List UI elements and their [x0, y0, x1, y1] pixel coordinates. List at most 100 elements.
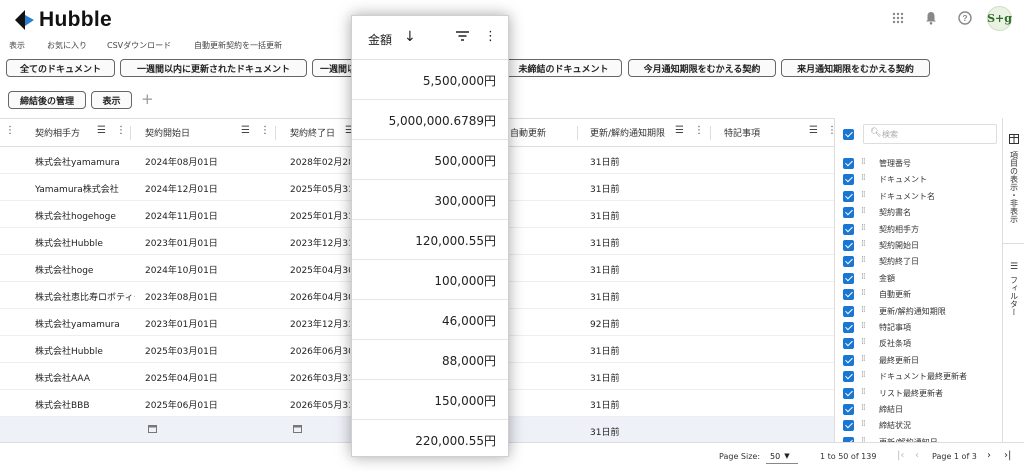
menu-view[interactable]: 表示 — [9, 40, 25, 51]
hubble-logo[interactable]: Hubble — [12, 8, 112, 32]
user-avatar[interactable]: S+g — [987, 6, 1012, 31]
col-separator[interactable] — [130, 126, 131, 140]
col-party-menu-icon[interactable]: ⋮ — [116, 125, 126, 136]
column-checkbox[interactable] — [843, 371, 854, 383]
column-toggle-item[interactable]: ⁞⁞ 特記事項 — [835, 320, 1002, 336]
chip-this-month-deadline[interactable]: 今月通知期限をむかえる契約 — [628, 59, 776, 77]
column-checkbox[interactable] — [843, 387, 854, 399]
column-toggle-item[interactable]: ⁞⁞ 管理番号 — [835, 156, 1002, 172]
drag-handle-icon[interactable]: ⁞⁞ — [861, 419, 866, 429]
column-toggle-item[interactable]: ⁞⁞ 金額 — [835, 271, 1002, 287]
chip-all-documents[interactable]: 全てのドキュメント — [6, 59, 115, 77]
col-separator[interactable] — [275, 126, 276, 140]
sort-desc-arrow-icon[interactable]: ↓ — [404, 29, 416, 45]
column-checkbox[interactable] — [843, 338, 854, 350]
column-toggle-item[interactable]: ⁞⁞更新/解約通知日 — [835, 435, 1002, 442]
calendar-icon[interactable] — [293, 424, 302, 436]
column-toggle-item[interactable]: ⁞⁞ 自動更新 — [835, 287, 1002, 303]
col-notes-filter-icon[interactable]: ☰ — [809, 125, 818, 136]
chip-updated-within-week[interactable]: 一週間以内に更新されたドキュメント — [120, 59, 307, 77]
column-toggle-item[interactable]: ⁞⁞ 契約開始日 — [835, 238, 1002, 254]
column-checkbox[interactable] — [843, 404, 854, 415]
filter-icon[interactable] — [456, 30, 469, 44]
column-checkbox[interactable] — [843, 420, 854, 432]
chip-unsigned-documents[interactable]: 未締結のドキュメント — [505, 59, 622, 77]
col-separator[interactable] — [577, 126, 578, 140]
column-toggle-item[interactable]: ⁞⁞ 更新/解約通知期限 — [835, 304, 1002, 320]
column-checkbox[interactable] — [843, 305, 854, 317]
column-toggle-item[interactable]: ⁞⁞ 契約書名 — [835, 205, 1002, 221]
popup-title[interactable]: 金額 — [368, 31, 392, 48]
more-vert-icon[interactable]: ⋮ — [484, 29, 497, 44]
menu-csv-download[interactable]: CSVダウンロード — [107, 40, 171, 51]
drag-handle-icon[interactable]: ⁞⁞ — [861, 305, 866, 315]
column-toggle-item[interactable]: ⁞⁞ 契約相手方 — [835, 222, 1002, 238]
column-checkbox[interactable] — [843, 240, 854, 251]
column-checkbox[interactable] — [843, 256, 854, 268]
add-view-icon[interactable]: + — [141, 90, 154, 108]
drag-handle-icon[interactable]: ⁞⁞ — [861, 354, 866, 364]
drag-handle-icon[interactable]: ⁞⁞ — [861, 321, 866, 331]
column-checkbox[interactable] — [843, 322, 854, 333]
last-page-icon[interactable]: ›| — [1004, 450, 1011, 461]
column-toggle-item[interactable]: ⁞⁞ 締結日 — [835, 402, 1002, 418]
col-header-notice-deadline[interactable]: 更新/解約通知期限 — [590, 126, 665, 139]
next-page-icon[interactable]: › — [987, 450, 991, 461]
column-checkbox[interactable] — [843, 158, 854, 169]
column-checkbox[interactable] — [843, 207, 854, 219]
drag-handle-icon[interactable]: ⁞⁞ — [861, 206, 866, 216]
col-separator[interactable] — [710, 126, 711, 140]
drag-handle-icon[interactable]: ⁞⁞ — [861, 255, 866, 265]
menu-favorites[interactable]: お気に入り — [47, 40, 87, 51]
select-all-checkbox[interactable] — [843, 129, 854, 140]
column-checkbox[interactable] — [843, 174, 854, 186]
col-start-filter-icon[interactable]: ☰ — [241, 125, 250, 136]
bell-icon[interactable] — [922, 9, 940, 27]
drag-handle-icon[interactable]: ⁞⁞ — [861, 272, 866, 282]
column-toggle-item[interactable]: ⁞⁞ ドキュメント最終更新者 — [835, 369, 1002, 385]
column-checkbox[interactable] — [843, 354, 854, 366]
drag-handle-icon[interactable]: ⁞⁞ — [861, 387, 866, 397]
chip-post-signing-management[interactable]: 締結後の管理 — [8, 91, 86, 109]
column-search-input[interactable]: 🔍︎ 検索 — [863, 124, 997, 144]
first-page-icon[interactable]: |‹ — [897, 450, 904, 461]
column-toggle-item[interactable]: ⁞⁞ 反社条項 — [835, 336, 1002, 352]
drag-handle-icon[interactable]: ⁞⁞ — [861, 190, 866, 200]
tab-columns[interactable]: 項目の表示・非表示 — [1005, 134, 1023, 223]
tab-filters[interactable]: ☰ フィルター — [1005, 262, 1023, 316]
column-toggle-item[interactable]: ⁞⁞ 締結状況 — [835, 418, 1002, 434]
drag-handle-icon[interactable]: ⁞⁞ — [861, 370, 866, 380]
drag-handle-icon[interactable]: ⁞⁞ — [861, 403, 866, 413]
column-checkbox[interactable] — [843, 289, 854, 301]
col-header-auto-renew[interactable]: 自動更新 — [510, 126, 546, 139]
column-toggle-item[interactable]: ⁞⁞ 契約終了日 — [835, 254, 1002, 270]
col-notice-menu-icon[interactable]: ⋮ — [694, 125, 704, 136]
drag-handle-icon[interactable]: ⁞⁞ — [861, 288, 866, 298]
col-notice-filter-icon[interactable]: ☰ — [675, 125, 684, 136]
chip-next-month-deadline[interactable]: 来月通知期限をむかえる契約 — [781, 59, 930, 77]
column-menu-icon[interactable]: ⋮ — [5, 125, 15, 136]
col-header-special-notes[interactable]: 特記事項 — [724, 126, 760, 139]
col-header-party[interactable]: 契約相手方 — [35, 126, 80, 139]
column-toggle-item[interactable]: ⁞⁞ ドキュメント名 — [835, 189, 1002, 205]
col-header-end-date[interactable]: 契約終了日 — [290, 126, 335, 139]
page-size-select[interactable]: 50 ▼ — [766, 449, 798, 464]
drag-handle-icon[interactable]: ⁞⁞ — [861, 173, 866, 183]
grid-apps-icon[interactable] — [889, 9, 907, 27]
help-icon[interactable]: ? — [956, 9, 974, 27]
col-party-filter-icon[interactable]: ☰ — [97, 125, 106, 136]
drag-handle-icon[interactable]: ⁞⁞ — [861, 223, 866, 233]
col-start-menu-icon[interactable]: ⋮ — [260, 125, 270, 136]
column-checkbox[interactable] — [843, 223, 854, 235]
drag-handle-icon[interactable]: ⁞⁞ — [861, 337, 866, 347]
chip-view[interactable]: 表示 — [91, 91, 132, 109]
column-toggle-item[interactable]: ⁞⁞ リスト最終更新者 — [835, 386, 1002, 402]
col-header-start-date[interactable]: 契約開始日 — [145, 126, 190, 139]
column-toggle-item[interactable]: ⁞⁞ 最終更新日 — [835, 353, 1002, 369]
drag-handle-icon[interactable]: ⁞⁞ — [861, 239, 866, 249]
prev-page-icon[interactable]: ‹ — [915, 450, 919, 461]
column-checkbox[interactable] — [843, 272, 854, 284]
calendar-icon[interactable] — [148, 424, 157, 436]
drag-handle-icon[interactable]: ⁞⁞ — [861, 157, 866, 167]
column-checkbox[interactable] — [843, 190, 854, 202]
